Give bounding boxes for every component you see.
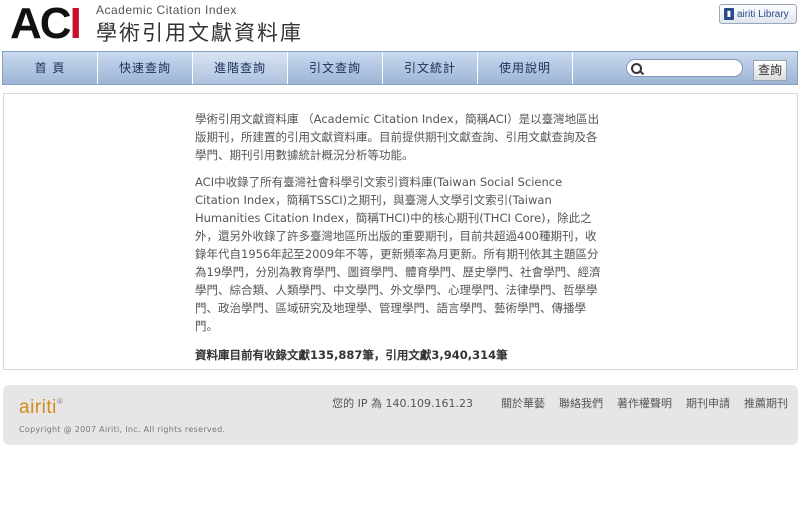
site-title: 學術引用文獻資料庫 — [96, 21, 303, 45]
search-input[interactable] — [643, 61, 739, 75]
footer-link-about[interactable]: 關於華藝 — [501, 395, 545, 411]
library-icon: ▮ — [724, 8, 734, 20]
registered-mark: ® — [56, 397, 64, 406]
airiti-logo-text: airiti — [19, 397, 57, 418]
search-icon — [631, 63, 642, 74]
footer-link-contact[interactable]: 聯絡我們 — [559, 395, 603, 411]
footer-link-copyright[interactable]: 著作權聲明 — [617, 395, 672, 411]
logo-text: AC — [10, 0, 72, 48]
library-button-label: airiti Library — [737, 8, 789, 20]
nav-quick-search[interactable]: 快速查詢 — [98, 52, 193, 84]
nav-advanced-search[interactable]: 進階查詢 — [193, 52, 288, 84]
record-count-summary: 資料庫目前有收錄文獻135,887筆，引用文獻3,940,314筆 — [195, 348, 508, 362]
site-subtitle: Academic Citation Index — [96, 3, 237, 17]
nav-home[interactable]: 首 頁 — [3, 52, 98, 84]
intro-content: 學術引用文獻資料庫 （Academic Citation Index，簡稱ACI… — [195, 110, 607, 364]
airiti-library-button[interactable]: ▮ airiti Library — [719, 4, 797, 24]
header: ACI Academic Citation Index 學術引用文獻資料庫 ▮ … — [0, 0, 800, 50]
search-button[interactable]: 查詢 — [753, 60, 787, 81]
nav-citation-stats[interactable]: 引文統計 — [383, 52, 478, 84]
search-field — [626, 59, 743, 77]
intro-paragraph: 學術引用文獻資料庫 （Academic Citation Index，簡稱ACI… — [195, 112, 600, 162]
footer: airiti® Copyright @ 2007 Airiti, Inc. Al… — [3, 385, 798, 445]
coverage-paragraph: ACI中收錄了所有臺灣社會科學引文索引資料庫(Taiwan Social Sci… — [195, 175, 601, 333]
footer-link-journal-apply[interactable]: 期刊申請 — [686, 395, 730, 411]
nav-citation-search[interactable]: 引文查詢 — [288, 52, 383, 84]
nav-help[interactable]: 使用說明 — [478, 52, 573, 84]
airiti-logo[interactable]: airiti® — [19, 397, 63, 419]
ip-address-text: 您的 IP 為 140.109.161.23 — [332, 397, 473, 410]
footer-links: 您的 IP 為 140.109.161.23 關於華藝 聯絡我們 著作權聲明 期… — [332, 395, 788, 411]
logo-text-accent: I — [69, 0, 82, 48]
aci-logo[interactable]: ACI — [10, 0, 82, 48]
main-nav: 首 頁 快速查詢 進階查詢 引文查詢 引文統計 使用說明 查詢 — [2, 51, 798, 85]
copyright-text: Copyright @ 2007 Airiti, Inc. All rights… — [19, 425, 226, 434]
footer-link-recommend[interactable]: 推薦期刊 — [744, 395, 788, 411]
